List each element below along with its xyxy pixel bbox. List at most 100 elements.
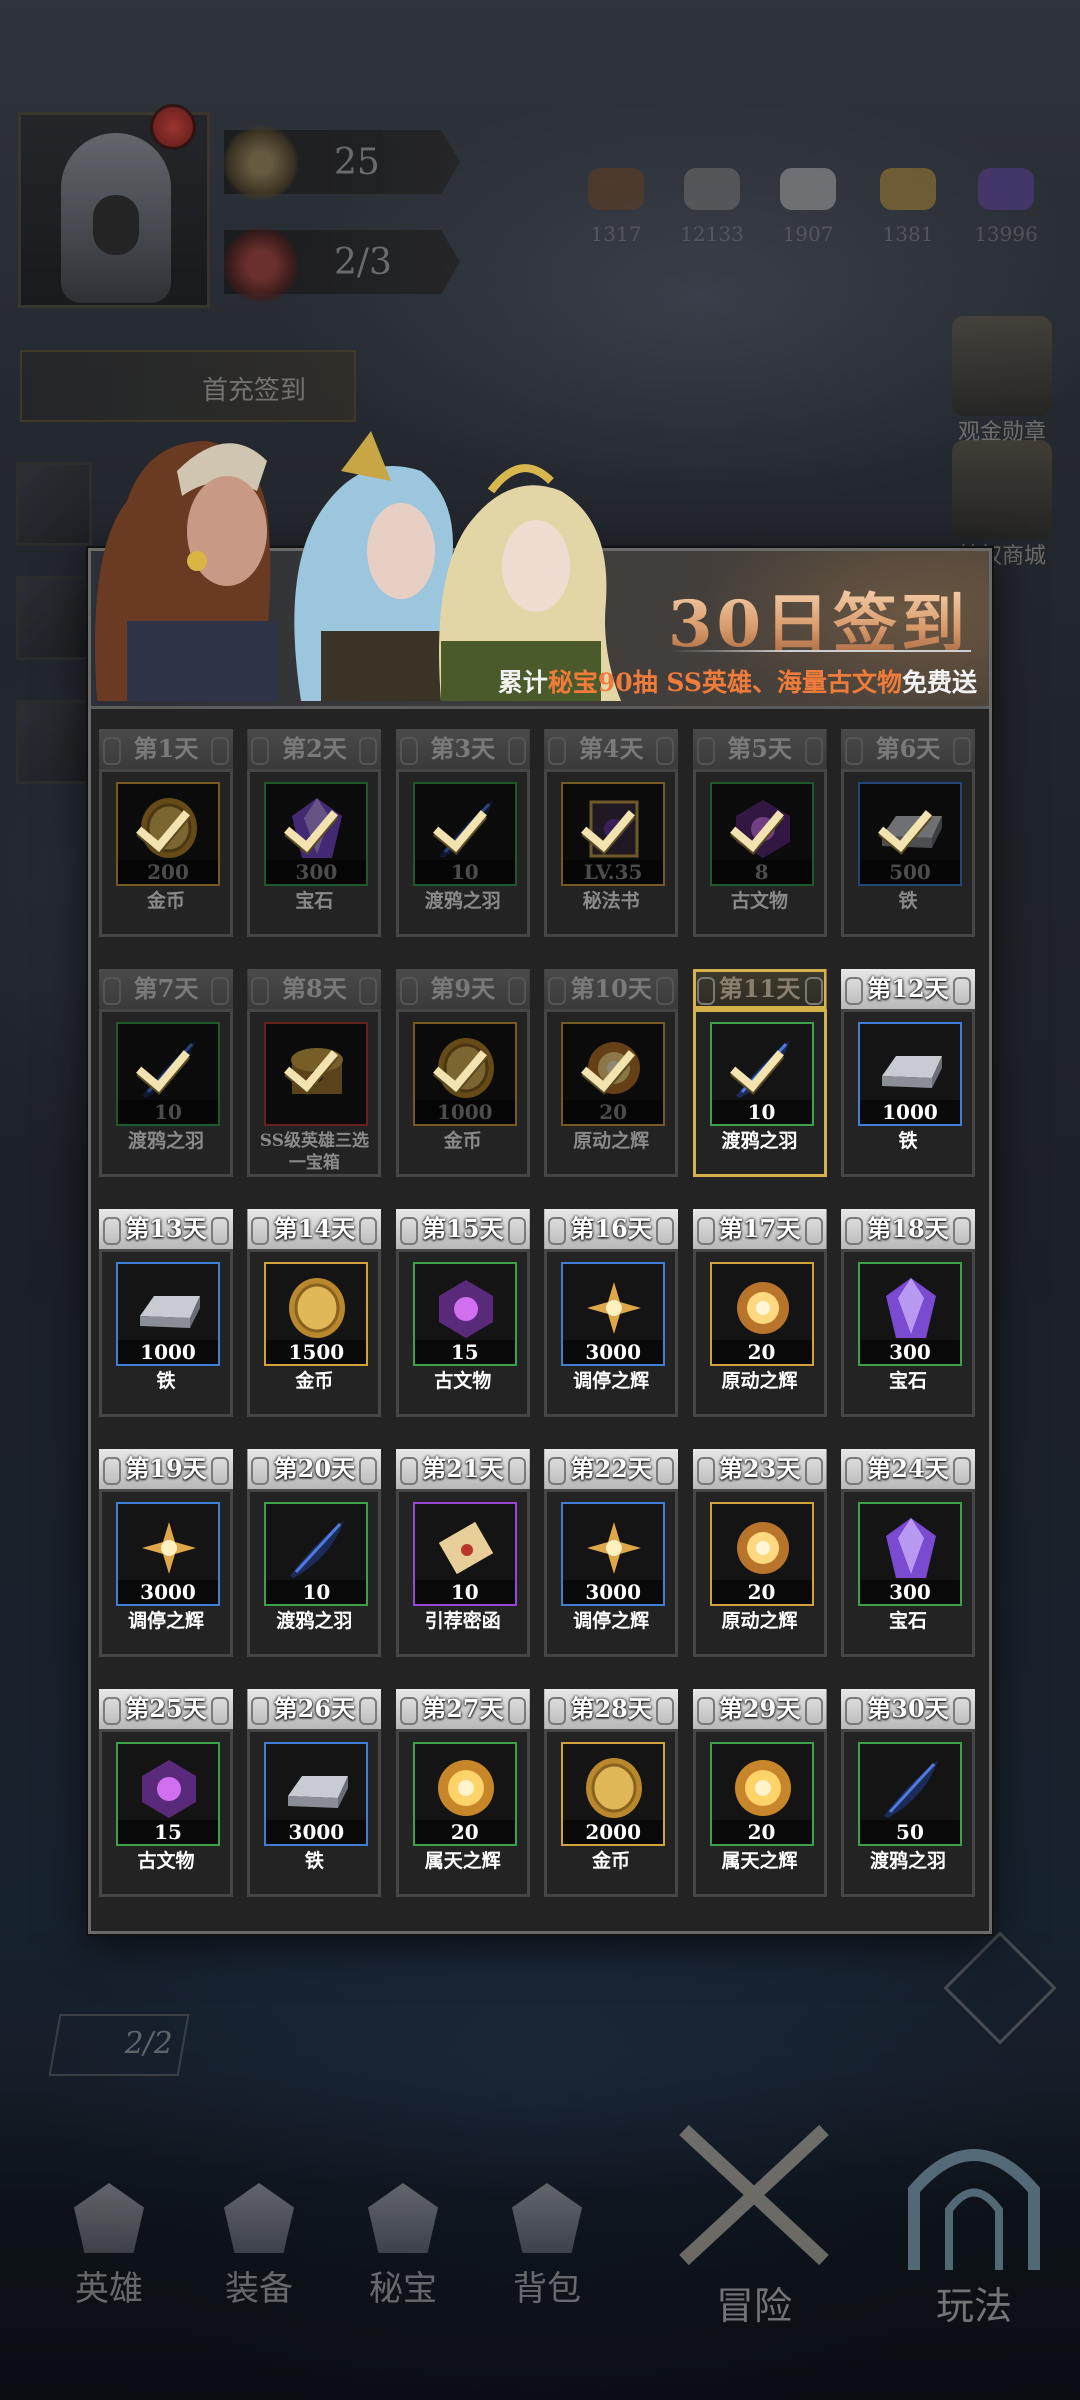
signin-day-cell[interactable]: 第3天 10 渡鸦之羽 (395, 729, 530, 937)
reward-name: 金币 (295, 1370, 334, 1392)
reward-card: 20 属天之辉 (692, 1729, 827, 1897)
iron-ingot-icon (876, 1036, 946, 1100)
day-label: 第11天 (692, 969, 827, 1009)
signin-day-cell[interactable]: 第2天 300 宝石 (247, 729, 382, 937)
signin-day-cell[interactable]: 第12天 1000 铁 (840, 969, 975, 1177)
reward-item-frame: 3000 (561, 1262, 666, 1366)
signin-day-cell[interactable]: 第20天 10 渡鸦之羽 (247, 1449, 382, 1657)
signin-day-cell[interactable]: 第5天 8 古文物 (692, 729, 827, 937)
reward-item-frame: 3000 (561, 1502, 666, 1606)
reward-card: 300 宝石 (247, 769, 382, 937)
reward-name: 金币 (146, 890, 185, 912)
reward-quantity: 20 (711, 1820, 812, 1844)
reward-card: 1000 铁 (840, 1009, 975, 1177)
signin-day-cell[interactable]: 第10天 20 原动之辉 (544, 969, 679, 1177)
signin-day-cell[interactable]: 第9天 1000 金币 (395, 969, 530, 1177)
reward-quantity: 3000 (118, 1580, 218, 1604)
signin-day-cell[interactable]: 第16天 3000 调停之辉 (544, 1209, 679, 1417)
reward-card: 2000 金币 (544, 1729, 679, 1897)
iron-ingot-icon (282, 1756, 352, 1820)
gem-icon (876, 1276, 946, 1340)
reward-name: 宝石 (888, 1610, 927, 1632)
reward-item-frame: 10 (116, 1022, 220, 1126)
signin-day-cell[interactable]: 第19天 3000 调停之辉 (99, 1449, 233, 1657)
reward-name: 古文物 (434, 1370, 492, 1392)
signin-day-cell[interactable]: 第4天 LV.35 秘法书 (544, 729, 679, 937)
reward-item-frame: 1500 (264, 1262, 369, 1366)
reward-name: 原动之辉 (721, 1610, 798, 1632)
reward-item-frame: 15 (116, 1742, 220, 1846)
reward-name: 渡鸦之羽 (721, 1130, 798, 1152)
day-label: 第13天 (99, 1209, 233, 1249)
mediation-radiance-icon (134, 1516, 204, 1580)
celestial-radiance-icon (728, 1756, 798, 1820)
signin-day-cell[interactable]: 第30天 50 渡鸦之羽 (840, 1689, 975, 1897)
signin-day-cell[interactable]: 第7天 10 渡鸦之羽 (99, 969, 233, 1177)
reward-item-frame: 10 (709, 1022, 814, 1126)
artifact-icon (134, 1756, 204, 1820)
reward-card: 20 原动之辉 (692, 1489, 827, 1657)
reward-quantity: 20 (563, 1100, 664, 1124)
day-label: 第26天 (247, 1689, 382, 1729)
gold-coin-icon (431, 1036, 501, 1100)
reward-item-frame: 10 (412, 1502, 517, 1606)
gold-coin-icon (282, 1276, 352, 1340)
reward-name: 铁 (898, 1130, 918, 1152)
reward-card: 10 渡鸦之羽 (692, 1009, 827, 1177)
signin-day-cell[interactable]: 第1天 200 金币 (99, 729, 233, 937)
reward-item-frame: LV.35 (561, 782, 666, 886)
day-label: 第30天 (840, 1689, 975, 1729)
signin-day-cell[interactable]: 第25天 15 古文物 (99, 1689, 233, 1897)
reward-item-frame: 8 (709, 782, 814, 886)
reward-name: 宝石 (295, 890, 334, 912)
signin-day-cell[interactable]: 第28天 2000 金币 (544, 1689, 679, 1897)
reward-item-frame: 15 (412, 1262, 517, 1366)
reward-item-frame: 20 (561, 1022, 666, 1126)
signin-day-cell[interactable]: 第13天 1000 铁 (99, 1209, 233, 1417)
reward-name: 引荐密函 (424, 1610, 501, 1632)
reward-quantity: 3000 (563, 1580, 664, 1604)
iron-ingot-icon (134, 1276, 204, 1340)
day-label: 第6天 (840, 729, 975, 769)
day-label: 第9天 (395, 969, 530, 1009)
reward-quantity: 1500 (266, 1340, 367, 1364)
signin-day-cell[interactable]: 第15天 15 古文物 (395, 1209, 530, 1417)
reward-card: 3000 调停之辉 (99, 1489, 233, 1657)
signin-day-cell[interactable]: 第14天 1500 金币 (247, 1209, 382, 1417)
day-label: 第27天 (395, 1689, 530, 1729)
day-label: 第4天 (544, 729, 679, 769)
signin-day-cell[interactable]: 第18天 300 宝石 (840, 1209, 975, 1417)
reward-quantity: 300 (266, 860, 367, 884)
signin-day-cell[interactable]: 第27天 20 属天之辉 (395, 1689, 530, 1897)
reward-card: 10 渡鸦之羽 (99, 1009, 233, 1177)
signin-day-cell[interactable]: 第8天 SS级英雄三选一宝箱 (247, 969, 382, 1177)
reward-quantity: 10 (266, 1580, 367, 1604)
signin-day-cell[interactable]: 第26天 3000 铁 (247, 1689, 382, 1897)
reward-item-frame: 50 (857, 1742, 962, 1846)
signin-day-cell[interactable]: 第29天 20 属天之辉 (692, 1689, 827, 1897)
reward-card: 300 宝石 (840, 1249, 975, 1417)
day-label: 第17天 (692, 1209, 827, 1249)
day-label: 第5天 (692, 729, 827, 769)
raven-feather-icon (876, 1756, 946, 1820)
reward-item-frame: 300 (264, 782, 369, 886)
celestial-radiance-icon (431, 1756, 501, 1820)
reward-quantity: 3000 (266, 1820, 367, 1844)
signin-day-cell[interactable]: 第24天 300 宝石 (840, 1449, 975, 1657)
reward-name: 铁 (156, 1370, 176, 1392)
reward-quantity: 1000 (414, 1100, 515, 1124)
reward-card: 3000 调停之辉 (544, 1249, 679, 1417)
signin-day-cell[interactable]: 第6天 500 铁 (840, 729, 975, 937)
signin-day-cell[interactable]: 第17天 20 原动之辉 (692, 1209, 827, 1417)
reward-quantity: 500 (859, 860, 960, 884)
signin-day-cell[interactable]: 第23天 20 原动之辉 (692, 1449, 827, 1657)
signin-day-cell[interactable]: 第21天 10 引荐密函 (395, 1449, 530, 1657)
day-label: 第18天 (840, 1209, 975, 1249)
reward-name: 铁 (304, 1850, 324, 1872)
reward-name: 渡鸦之羽 (127, 1130, 204, 1152)
day-label: 第3天 (395, 729, 530, 769)
signin-day-cell[interactable]: 第11天 10 渡鸦之羽 (692, 969, 827, 1177)
day-label: 第22天 (544, 1449, 679, 1489)
reward-item-frame: 1000 (116, 1262, 220, 1366)
signin-day-cell[interactable]: 第22天 3000 调停之辉 (544, 1449, 679, 1657)
